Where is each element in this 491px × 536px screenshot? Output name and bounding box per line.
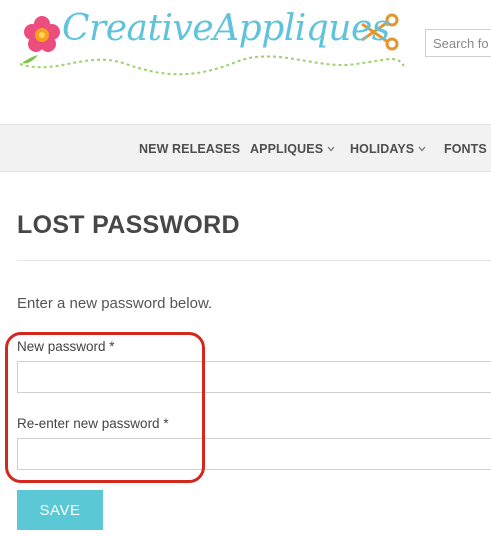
- flower-icon: [22, 16, 60, 64]
- nav-item-label: FONTS: [444, 142, 487, 156]
- nav-item-label: NEW RELEASES: [139, 142, 241, 156]
- new-password-label: New password *: [17, 339, 115, 354]
- search-input[interactable]: [425, 29, 491, 57]
- intro-text: Enter a new password below.: [17, 295, 213, 312]
- nav-item-appliques[interactable]: APPLIQUES: [250, 142, 335, 156]
- nav-item-fonts[interactable]: FONTS: [444, 142, 487, 156]
- logo-wordmark: CreativeAppliques: [62, 8, 390, 49]
- confirm-password-field[interactable]: [17, 438, 491, 470]
- page-title: LOST PASSWORD: [17, 211, 240, 239]
- nav-item-label: APPLIQUES: [250, 142, 324, 156]
- site-logo[interactable]: CreativeAppliques: [16, 6, 406, 82]
- new-password-field[interactable]: [17, 361, 491, 393]
- title-divider: [17, 260, 491, 261]
- confirm-password-label: Re-enter new password *: [17, 416, 169, 431]
- save-button[interactable]: SAVE: [17, 490, 103, 530]
- nav-item-holidays[interactable]: HOLIDAYS: [350, 142, 426, 156]
- nav-item-label: HOLIDAYS: [350, 142, 415, 156]
- main-nav: NEW RELEASES APPLIQUES HOLIDAYS FONTS: [0, 124, 491, 172]
- chevron-down-icon: [327, 146, 335, 152]
- chevron-down-icon: [418, 146, 426, 152]
- nav-item-new-releases[interactable]: NEW RELEASES: [139, 142, 240, 156]
